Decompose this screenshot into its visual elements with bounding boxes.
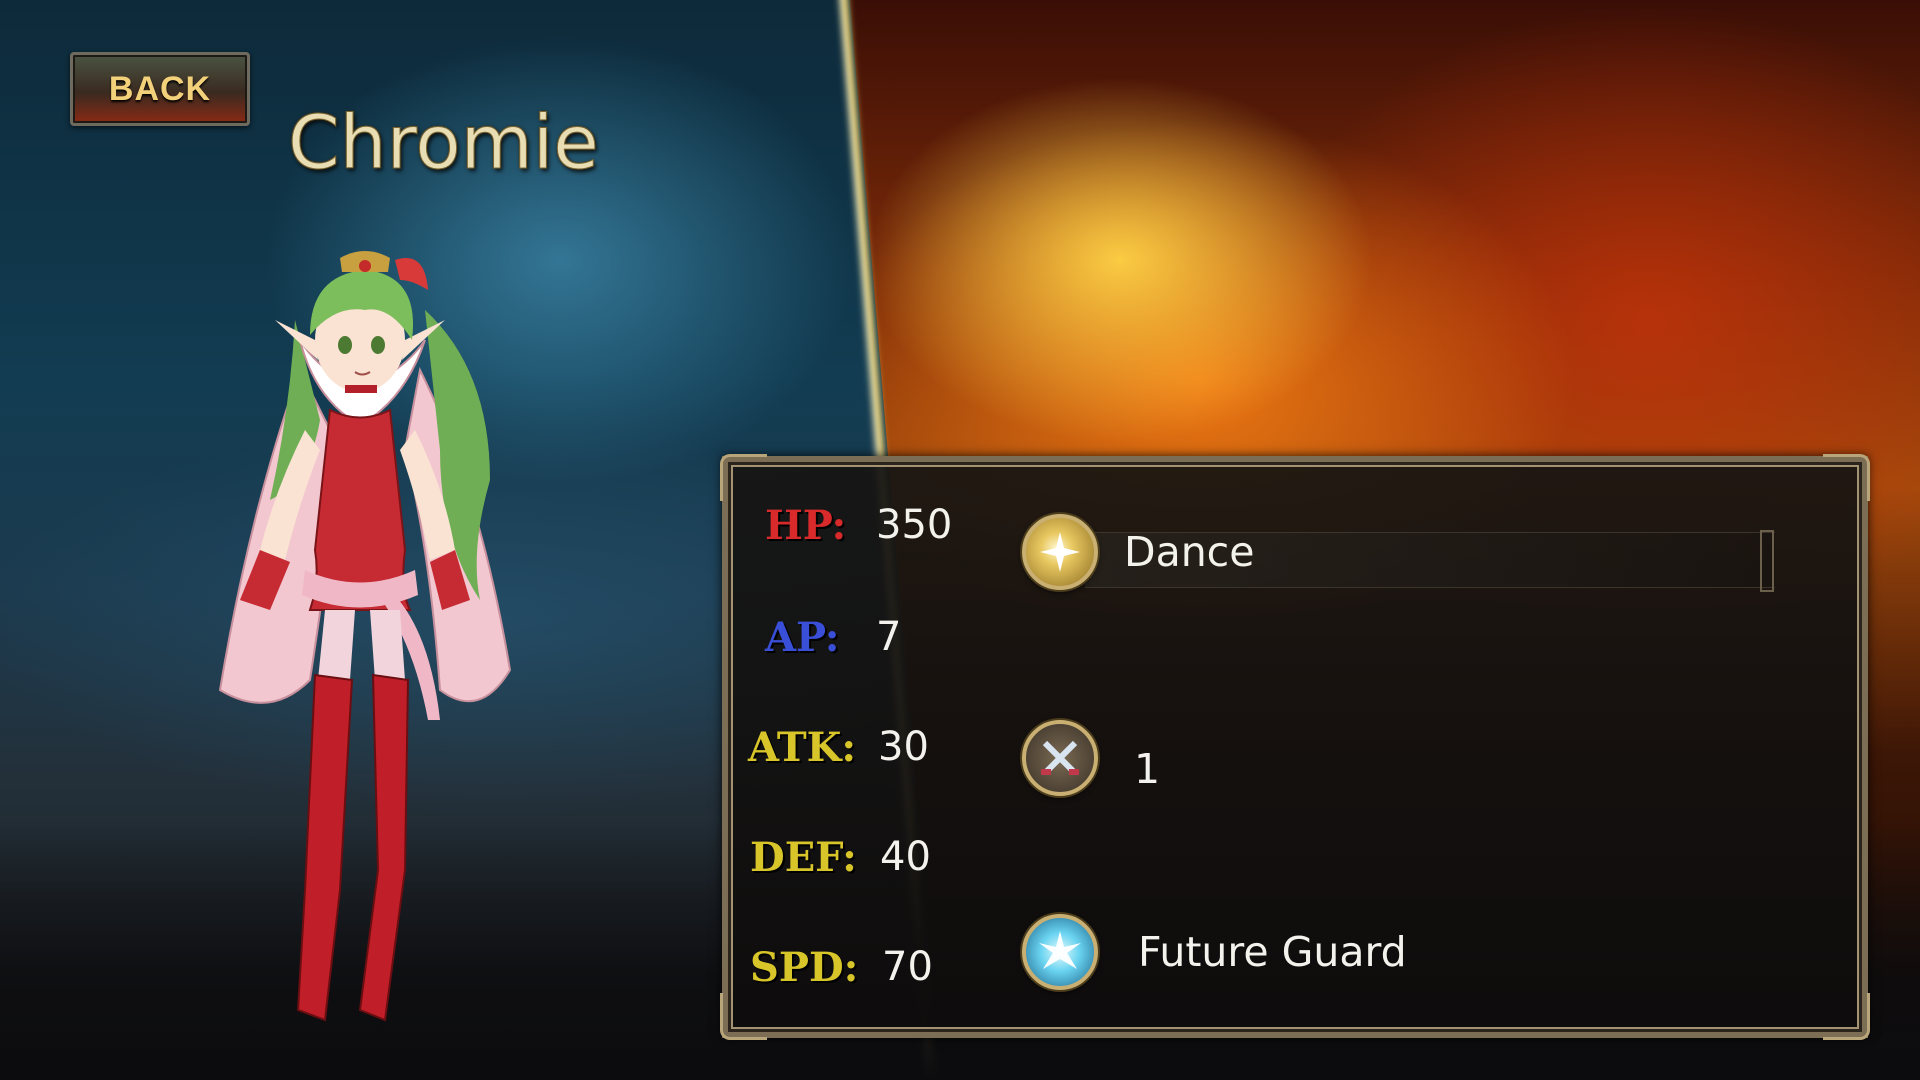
stat-label-atk: ATK: bbox=[748, 724, 857, 771]
stat-value-atk: 30 bbox=[878, 724, 929, 770]
crossed-swords-icon bbox=[1022, 720, 1098, 796]
back-button[interactable]: BACK bbox=[70, 52, 250, 126]
stat-value-spd: 70 bbox=[882, 944, 933, 990]
skill-row-3[interactable]: Future Guard bbox=[1022, 914, 1407, 990]
skill-row-2[interactable]: 1 bbox=[1022, 720, 1160, 796]
skill-name: Dance bbox=[1124, 528, 1255, 576]
stat-label-def: DEF: bbox=[750, 834, 857, 881]
stat-value-ap: 7 bbox=[876, 614, 902, 660]
stat-label-ap: AP: bbox=[765, 614, 840, 661]
crystal-burst-icon bbox=[1022, 914, 1098, 990]
starburst-icon bbox=[1022, 514, 1098, 590]
panel-corner-ornament bbox=[720, 993, 767, 1040]
stat-value-def: 40 bbox=[880, 834, 931, 880]
panel-corner-ornament bbox=[1823, 454, 1870, 501]
stat-value-hp: 350 bbox=[876, 502, 953, 548]
skill-name: Future Guard bbox=[1138, 928, 1407, 976]
stat-label-spd: SPD: bbox=[750, 944, 859, 991]
skill-name: 1 bbox=[1134, 745, 1161, 793]
stat-label-hp: HP: bbox=[765, 502, 847, 549]
skill-row-1[interactable]: Dance bbox=[1022, 514, 1254, 590]
skill-bar-endcap bbox=[1760, 530, 1774, 592]
character-portrait bbox=[218, 251, 512, 1022]
character-name: Chromie bbox=[288, 100, 600, 187]
panel-corner-ornament bbox=[1823, 993, 1870, 1040]
panel-corner-ornament bbox=[720, 454, 767, 501]
